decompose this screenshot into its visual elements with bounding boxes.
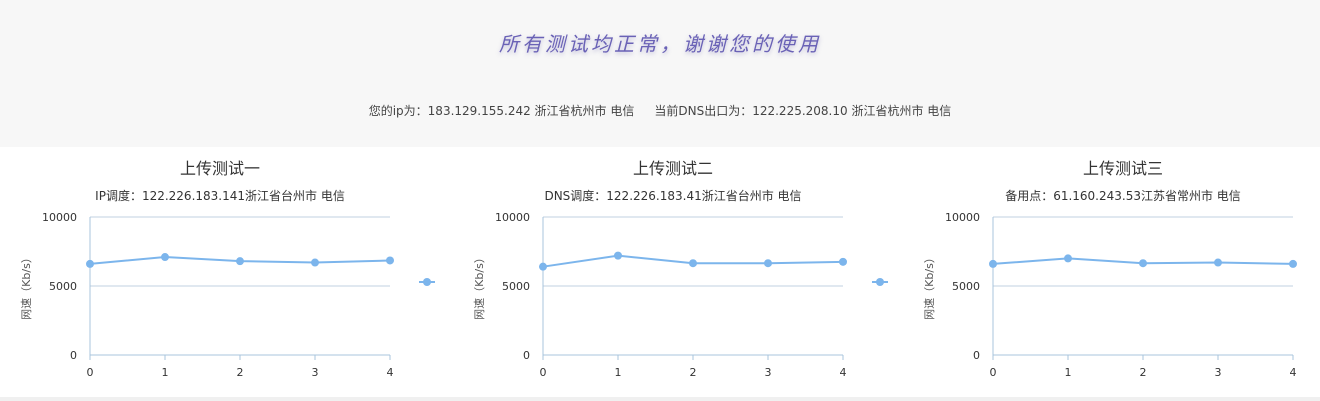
x-tick-label: 1 [1065, 366, 1072, 379]
data-point [539, 262, 547, 271]
x-tick-label: 0 [540, 366, 547, 379]
chart-panel-3: 上传测试三 备用点：61.160.243.53江苏省常州市 电信 0123405… [903, 147, 1320, 397]
upload-chart-3: 0 1 2 3 4 0 5000 10000 网速（Kb/s） [923, 211, 1297, 379]
x-tick-label: 4 [1290, 366, 1297, 379]
data-point [989, 259, 997, 268]
ip-info-line: 您的ip为：183.129.155.242 浙江省杭州市 电信 当前DNS出口为：… [0, 102, 1320, 119]
y-axis-label: 网速（Kb/s） [473, 252, 486, 320]
dns-exit-info: 当前DNS出口为：122.225.208.10 浙江省杭州市 电信 [654, 104, 952, 118]
chart-panel-1: 上传测试一 IP调度：122.226.183.141浙江省台州市 电信 0123… [0, 147, 440, 397]
y-axis-label: 网速（Kb/s） [20, 252, 33, 320]
y-tick-label: 0 [973, 349, 980, 362]
charts-area: 上传测试一 IP调度：122.226.183.141浙江省台州市 电信 0123… [0, 147, 1320, 397]
y-tick-label: 10000 [945, 211, 980, 224]
y-tick-label: 5000 [952, 280, 980, 293]
data-point [764, 259, 772, 268]
x-tick-label: 2 [237, 366, 244, 379]
data-point [386, 256, 394, 265]
data-point [1214, 258, 1222, 267]
upload-chart-1: 0 1 2 3 4 0 5000 10000 网速（Kb/s） [20, 211, 435, 379]
data-point [1064, 254, 1072, 263]
y-tick-label: 5000 [49, 280, 77, 293]
y-tick-label: 10000 [495, 211, 530, 224]
bottom-strip [0, 397, 1320, 401]
legend-marker [876, 278, 884, 286]
x-tick-label: 2 [1140, 366, 1147, 379]
data-point [86, 259, 94, 268]
chart-panel-2: 上传测试二 DNS调度：122.226.183.41浙江省台州市 电信 0123… [453, 147, 893, 397]
data-point [311, 258, 319, 267]
y-tick-label: 10000 [42, 211, 77, 224]
x-tick-label: 3 [765, 366, 772, 379]
data-point [1139, 259, 1147, 268]
x-tick-label: 4 [387, 366, 394, 379]
x-tick-label: 1 [162, 366, 169, 379]
x-tick-label: 2 [690, 366, 697, 379]
data-point [689, 259, 697, 268]
x-tick-label: 4 [840, 366, 847, 379]
y-tick-label: 0 [70, 349, 77, 362]
data-point [161, 253, 169, 262]
y-tick-label: 0 [523, 349, 530, 362]
status-headline: 所有测试均正常，谢谢您的使用 [499, 32, 821, 56]
x-tick-label: 3 [1215, 366, 1222, 379]
x-tick-label: 1 [615, 366, 622, 379]
x-tick-label: 3 [312, 366, 319, 379]
upload-chart-2: 0 1 2 3 4 0 5000 10000 网速（Kb/s） [473, 211, 888, 379]
y-axis-label: 网速（Kb/s） [923, 252, 936, 320]
data-point [839, 257, 847, 266]
x-tick-label: 0 [990, 366, 997, 379]
data-point [236, 257, 244, 266]
client-ip-info: 您的ip为：183.129.155.242 浙江省杭州市 电信 [368, 104, 635, 118]
data-point [1289, 259, 1297, 268]
y-tick-label: 5000 [502, 280, 530, 293]
x-tick-label: 0 [87, 366, 94, 379]
data-point [614, 251, 622, 260]
legend-marker [423, 278, 431, 286]
result-banner: 所有测试均正常，谢谢您的使用 您的ip为：183.129.155.242 浙江省… [0, 0, 1320, 147]
